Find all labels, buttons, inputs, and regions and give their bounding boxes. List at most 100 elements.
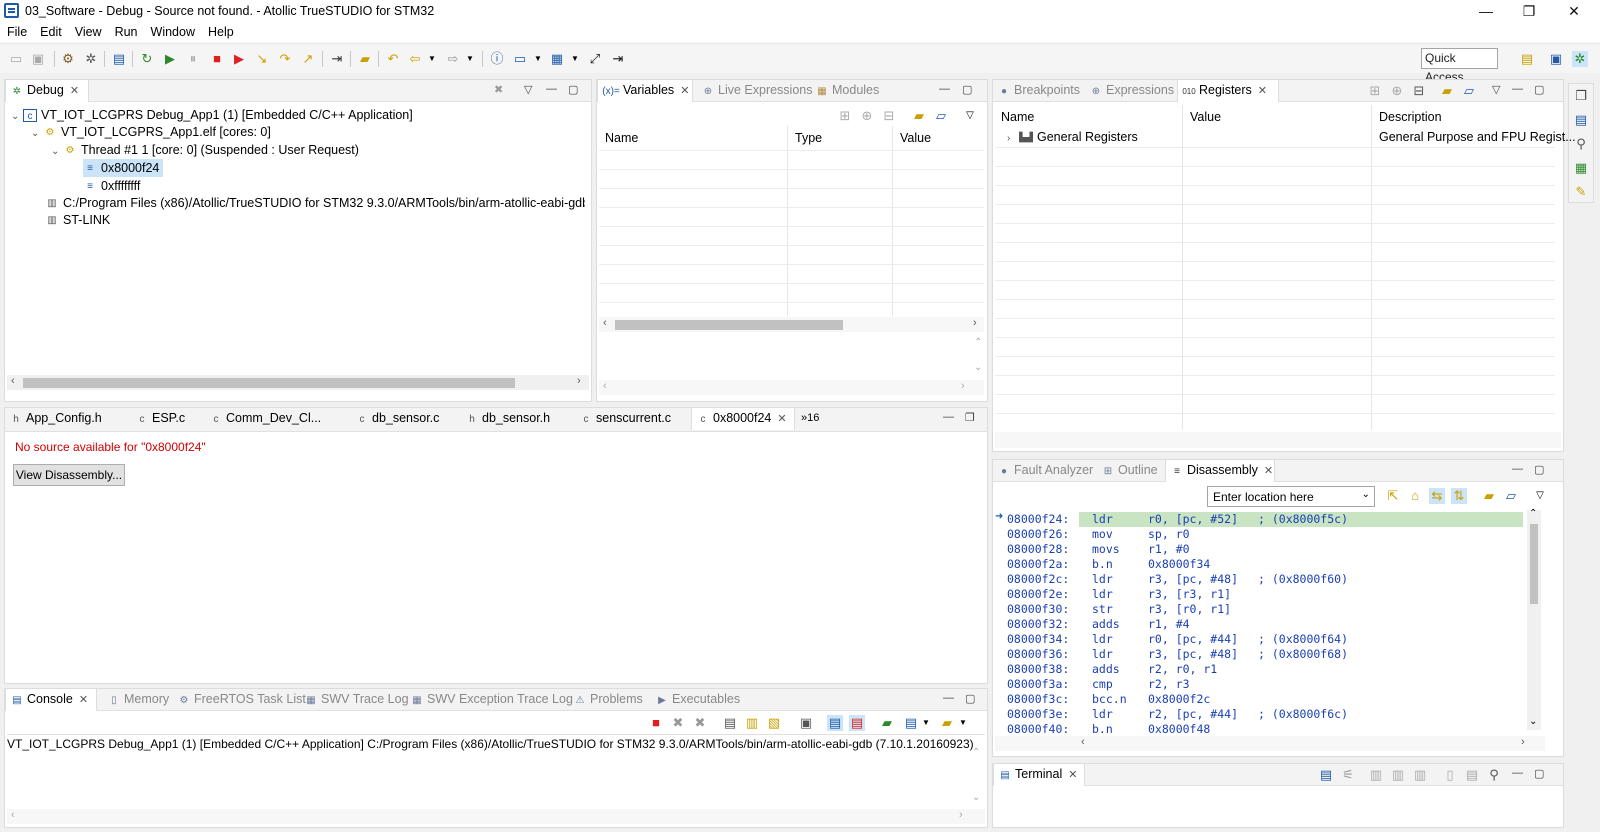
disassembly-line[interactable]: 08000f3a: cmp r2, r3: [993, 677, 1523, 692]
column-type[interactable]: Type: [795, 131, 822, 145]
tab-registers[interactable]: 010 Registers ✕: [1177, 80, 1279, 102]
tab-debug[interactable]: ✲ Debug ✕: [5, 80, 89, 102]
disassembly-hscrollbar[interactable]: ‹ ›: [995, 736, 1545, 751]
word-wrap-icon[interactable]: ▧: [766, 715, 782, 731]
pin-view-icon[interactable]: ▱: [933, 108, 949, 124]
chevron-down-icon[interactable]: ⌄: [31, 125, 43, 143]
goto-pc-icon[interactable]: ⇱: [1385, 488, 1401, 504]
settings-icon[interactable]: ▥: [1412, 767, 1428, 783]
remove-launch-icon[interactable]: ✖: [670, 715, 686, 731]
close-icon[interactable]: ✕: [1068, 765, 1077, 786]
resume-icon[interactable]: ▶: [162, 51, 178, 67]
chevron-down-icon[interactable]: ⌄: [11, 108, 23, 126]
tab-swv-exception[interactable]: ▦ SWV Exception Trace Log: [406, 689, 573, 711]
disassembly-line[interactable]: 08000f28: movs r1, #0: [993, 542, 1523, 557]
chevron-right-icon[interactable]: ›: [1007, 130, 1019, 148]
open-perspective-icon[interactable]: ▤: [1519, 51, 1535, 67]
table-trim-icon[interactable]: ▦: [1573, 160, 1589, 176]
tab-db-sensor-c[interactable]: c db_sensor.c: [351, 408, 440, 430]
show-console-output-icon[interactable]: ▣: [798, 715, 814, 731]
tab-outline[interactable]: ⊞ Outline: [1097, 460, 1158, 482]
scroll-thumb[interactable]: [615, 320, 843, 330]
disassembly-line[interactable]: 08000f36: ldr r3, [pc, #48] ; (0x8000f68): [993, 647, 1523, 662]
terminate-icon[interactable]: ■: [209, 51, 225, 67]
scroll-right-icon[interactable]: ›: [961, 380, 965, 392]
terminate-icon[interactable]: ■: [648, 715, 664, 731]
minimize-icon[interactable]: —: [943, 411, 954, 423]
copy-icon[interactable]: ▯: [1442, 767, 1458, 783]
display-dropdown-icon[interactable]: ▼: [918, 715, 934, 731]
minimize-icon[interactable]: —: [1512, 767, 1523, 779]
view-menu-icon[interactable]: ▽: [1492, 83, 1500, 96]
minimize-icon[interactable]: —: [1512, 463, 1523, 475]
scroll-left-icon[interactable]: ‹: [11, 809, 15, 821]
disassembly-line[interactable]: 08000f32: adds r1, #4: [993, 617, 1523, 632]
scroll-lock-icon[interactable]: ▥: [744, 715, 760, 731]
maximize-icon[interactable]: ▢: [965, 692, 975, 705]
window-layout-icon[interactable]: ▭: [512, 51, 528, 67]
scroll-down-icon[interactable]: ⌄: [1529, 716, 1537, 727]
suspend-icon[interactable]: ⏸: [185, 51, 201, 67]
debug-config-icon[interactable]: ✲: [83, 51, 99, 67]
close-icon[interactable]: ✕: [680, 81, 689, 102]
pin-view-icon[interactable]: ▱: [1461, 83, 1477, 99]
variables-hscrollbar[interactable]: ‹ ›: [599, 317, 984, 332]
build-icon[interactable]: ⚙: [60, 51, 76, 67]
close-icon[interactable]: ✕: [79, 690, 88, 711]
tab-freertos[interactable]: ⚙ FreeRTOS Task List: [173, 689, 306, 711]
column-name[interactable]: Name: [605, 131, 638, 145]
instruction-stepping-icon[interactable]: ⇥: [329, 51, 345, 67]
disassembly-line[interactable]: 08000f40: b.n 0x8000f48: [993, 722, 1523, 737]
maximize-icon[interactable]: ▢: [1534, 463, 1544, 476]
maximize-editor-icon[interactable]: ⤢: [587, 51, 603, 67]
disassembly-line[interactable]: 08000f26: mov sp, r0: [993, 527, 1523, 542]
connect-icon[interactable]: ▥: [1368, 767, 1384, 783]
step-into-icon[interactable]: ↘: [254, 51, 270, 67]
menu-help[interactable]: Help: [201, 22, 240, 39]
link-with-editor-icon[interactable]: ⇆: [1429, 488, 1445, 504]
clear-icon[interactable]: ▤: [1464, 767, 1480, 783]
menu-file[interactable]: File: [0, 22, 33, 39]
info-icon[interactable]: ⓘ: [489, 51, 505, 67]
tab-live-expressions[interactable]: ⊕ Live Expressions: [697, 80, 813, 102]
scroll-left-icon[interactable]: ‹: [11, 375, 15, 387]
disassembly-line[interactable]: 08000f3c: bcc.n 0x8000f2c: [993, 692, 1523, 707]
console-hscrollbar[interactable]: ‹ ›: [7, 809, 985, 824]
last-edit-icon[interactable]: ↶: [385, 51, 401, 67]
cc-perspective-icon[interactable]: ▣: [1548, 51, 1564, 67]
collapse-all-icon[interactable]: ⊟: [881, 108, 897, 124]
minimize-icon[interactable]: —: [546, 83, 557, 95]
tree-elf-item[interactable]: ⌄ ⚙ VT_IOT_LCGPRS_App1.elf [cores: 0]: [31, 123, 271, 141]
save-all-icon[interactable]: ▣: [30, 51, 46, 67]
view-menu-icon[interactable]: ▽: [1532, 488, 1548, 504]
column-value[interactable]: Value: [1190, 110, 1221, 124]
terminate-relaunch-icon[interactable]: ▶: [231, 51, 247, 67]
toggle-command-input-icon[interactable]: ⚟: [1340, 767, 1356, 783]
column-description[interactable]: Description: [1379, 110, 1442, 124]
tree-stlink-item[interactable]: ▥ ST-LINK: [45, 211, 110, 229]
quick-access-field[interactable]: Quick Access: [1421, 48, 1498, 84]
tab-fault-analyzer[interactable]: ● Fault Analyzer: [993, 460, 1093, 482]
save-icon[interactable]: ▭: [8, 51, 24, 67]
disassembly-line[interactable]: 08000f38: adds r2, r0, r1: [993, 662, 1523, 677]
back-icon[interactable]: ⇦: [407, 51, 423, 67]
scroll-left-icon[interactable]: ‹: [603, 380, 607, 392]
exit-icon[interactable]: ⇥: [610, 51, 626, 67]
debug-hscrollbar[interactable]: ‹ ›: [7, 375, 589, 390]
pin-console-icon[interactable]: ▤: [827, 715, 843, 731]
remove-all-icon[interactable]: ✖: [692, 715, 708, 731]
maximize-icon[interactable]: ▢: [568, 83, 578, 96]
tab-breakpoints[interactable]: ● Breakpoints: [993, 80, 1080, 102]
details-hscrollbar[interactable]: ‹ ›: [599, 380, 984, 395]
close-icon[interactable]: ✕: [70, 81, 79, 102]
terminal-icon[interactable]: ▤: [111, 51, 127, 67]
tree-launch-item[interactable]: ⌄ c VT_IOT_LCGPRS Debug_App1 (1) [Embedded…: [11, 106, 413, 124]
clear-console-icon[interactable]: ▤: [722, 715, 738, 731]
table-icon[interactable]: ▦: [549, 51, 565, 67]
show-source-icon[interactable]: ⇅: [1451, 488, 1467, 504]
tab-variables[interactable]: (x)= Variables ✕: [597, 80, 693, 102]
scroll-down-icon[interactable]: ⌄: [974, 362, 982, 373]
new-console-dropdown-icon[interactable]: ▼: [955, 715, 971, 731]
restore-icon[interactable]: ❐: [965, 411, 975, 424]
tab-senscurrent-c[interactable]: c senscurrent.c: [575, 408, 672, 430]
